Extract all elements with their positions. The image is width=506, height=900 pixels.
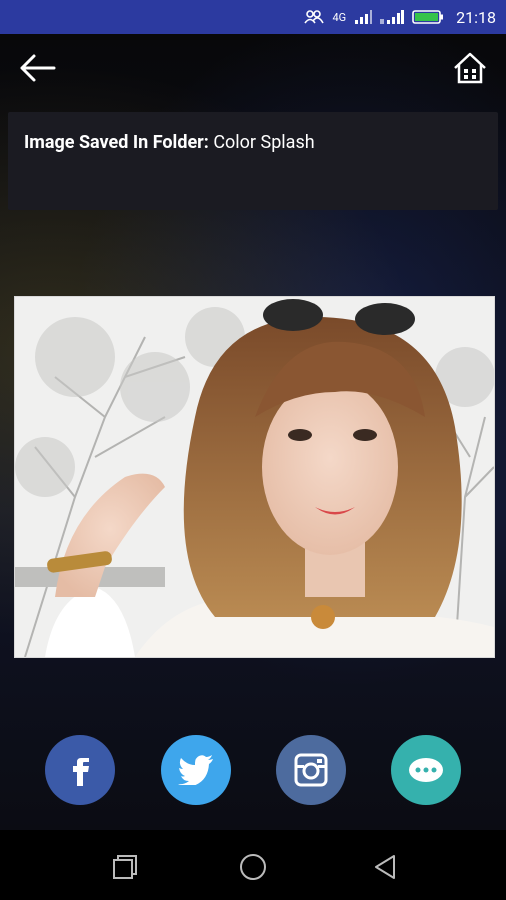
facebook-icon — [73, 758, 89, 786]
share-instagram-button[interactable] — [276, 735, 346, 805]
back-button[interactable] — [18, 52, 58, 84]
photo-illustration — [15, 297, 494, 657]
nav-back-button[interactable] — [368, 850, 402, 884]
share-twitter-button[interactable] — [161, 735, 231, 805]
back-triangle-icon — [375, 855, 395, 879]
home-button[interactable] — [450, 48, 490, 88]
top-bar — [0, 34, 506, 104]
home-circle-icon — [240, 854, 266, 880]
battery-icon — [412, 9, 444, 25]
network-type-label: 4G — [332, 10, 347, 24]
info-card: Image Saved In Folder: Color Splash — [8, 112, 498, 210]
more-icon — [409, 758, 443, 782]
saved-photo — [14, 296, 495, 658]
recent-apps-icon — [113, 855, 137, 879]
recent-apps-button[interactable] — [106, 850, 140, 884]
saved-label: Image Saved In Folder: — [24, 132, 209, 153]
nav-home-button[interactable] — [236, 850, 270, 884]
navigation-bar — [0, 830, 506, 900]
share-more-button[interactable] — [391, 735, 461, 805]
saved-message: Image Saved In Folder: Color Splash — [24, 132, 315, 153]
signal-icon-2 — [380, 9, 405, 25]
folder-name: Color Splash — [213, 132, 315, 153]
clock: 21:18 — [456, 7, 496, 27]
share-row — [0, 735, 506, 805]
instagram-icon — [294, 753, 328, 787]
arrow-left-icon — [20, 54, 56, 82]
home-icon — [454, 52, 486, 84]
contacts-icon — [304, 10, 325, 24]
twitter-icon — [178, 755, 213, 785]
signal-icon — [354, 9, 373, 25]
status-bar: 4G 21:18 — [0, 0, 506, 34]
share-facebook-button[interactable] — [45, 735, 115, 805]
